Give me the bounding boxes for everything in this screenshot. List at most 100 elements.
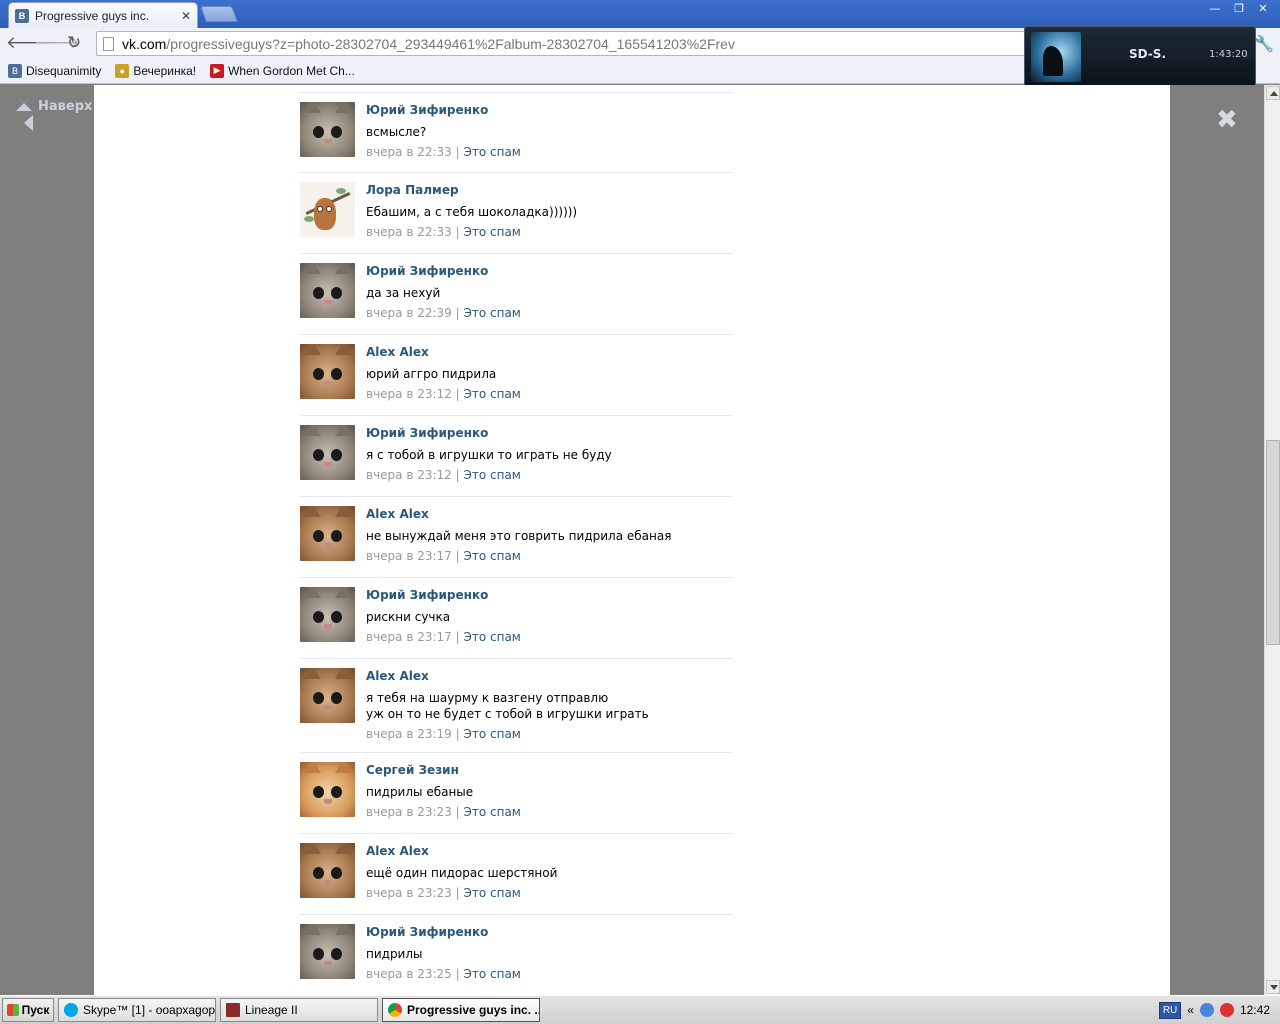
avatar[interactable] [300,587,355,642]
start-button[interactable]: Пуск [2,998,54,1022]
comment-time[interactable]: вчера в 23:12 [366,468,452,482]
comment-time[interactable]: вчера в 23:23 [366,805,452,819]
avatar[interactable] [300,263,355,318]
bookmark-party[interactable]: ● Вечеринка! [115,63,196,78]
comment-author-link[interactable]: Лора Палмер [366,183,733,197]
report-spam-link[interactable]: Это спам [463,225,520,239]
comment-author-link[interactable]: Юрий Зифиренко [366,264,733,278]
comment-item: Лора Палмер Ебашим, а с тебя шоколадка)))… [300,173,733,254]
report-spam-link[interactable]: Это спам [463,468,520,482]
comment-author-link[interactable]: Alex Alex [366,844,733,858]
back-arrow-icon[interactable]: 🡐 [6,32,52,54]
report-spam-link[interactable]: Это спам [463,549,520,563]
scroll-down-arrow-icon[interactable] [1266,980,1280,994]
comment-time[interactable]: вчера в 23:19 [366,727,452,741]
report-spam-link[interactable]: Это спам [463,387,520,401]
reload-icon[interactable]: ↻ [62,32,86,54]
avatar[interactable] [300,102,355,157]
comment-item: Юрий Зифиренко я с тобой в игрушки то игр… [300,416,733,497]
url-host: vk.com [122,35,167,52]
avatar[interactable] [300,668,355,723]
notification-name: SD-S. [1129,47,1167,61]
report-spam-link[interactable]: Это спам [463,805,520,819]
avatar[interactable] [300,506,355,561]
forward-arrow-icon[interactable]: 🡒 [34,32,80,54]
tab-close-icon[interactable]: ✕ [181,9,191,23]
comment-meta: вчера в 23:12 | Это спам [366,387,733,401]
minimize-button[interactable]: — [1204,2,1226,18]
comment-time[interactable]: вчера в 22:33 [366,145,452,159]
network-icon[interactable] [1199,1003,1214,1017]
comment-meta: вчера в 23:19 | Это спам [366,727,733,741]
chrome-icon [388,1003,402,1017]
comment-text: да за нехуй [366,286,441,300]
wrench-menu-icon[interactable]: 🔧 [1254,34,1274,53]
comment-time[interactable]: вчера в 23:17 [366,630,452,644]
comment-time[interactable]: вчера в 23:17 [366,549,452,563]
task-skype[interactable]: Skype™ [1] - ooapxagopoo [58,998,216,1022]
comment-time[interactable]: вчера в 23:25 [366,967,452,981]
comment-meta: вчера в 23:17 | Это спам [366,630,733,644]
task-chrome[interactable]: Progressive guys inc. ... [382,998,540,1022]
comment-time[interactable]: вчера в 22:39 [366,306,452,320]
address-bar[interactable]: vk.com/progressiveguys?z=photo-28302704_… [96,31,1026,56]
language-indicator[interactable]: RU [1158,1001,1182,1019]
tab-title: Progressive guys inc. [35,8,150,23]
comment-author-link[interactable]: Юрий Зифиренко [366,588,733,602]
window-controls: — ❐ ✕ [1204,2,1274,18]
comment-time[interactable]: вчера в 23:23 [366,886,452,900]
tray-expand-chevron-icon[interactable]: « [1187,1003,1194,1017]
restore-button[interactable]: ❐ [1228,2,1250,18]
scroll-thumb[interactable] [1266,440,1280,645]
page-viewport: Наверх ✖ Юрий Зифиренко всмысле? вчера в 2… [0,85,1264,995]
avatar[interactable] [300,762,355,817]
left-arrow-icon[interactable] [24,115,33,131]
report-spam-link[interactable]: Это спам [463,145,520,159]
meta-separator: | [451,145,464,159]
browser-tab[interactable]: B Progressive guys inc. ✕ [8,2,198,28]
avatar[interactable] [300,924,355,979]
page-scrollbar[interactable] [1264,85,1280,995]
comment-time[interactable]: вчера в 22:33 [366,225,452,239]
meta-separator: | [451,967,464,981]
window-close-button[interactable]: ✕ [1252,2,1274,18]
report-spam-link[interactable]: Это спам [463,306,520,320]
new-tab-button[interactable] [200,6,238,22]
comment-item: Сергей Зезин пидрилы ебаные вчера в 23:23 … [300,753,733,834]
comment-author-link[interactable]: Alex Alex [366,507,733,521]
close-photo-icon[interactable]: ✖ [1216,107,1238,133]
scroll-up-arrow-icon[interactable] [1266,86,1280,100]
comment-meta: вчера в 22:39 | Это спам [366,306,733,320]
antivirus-icon[interactable] [1219,1003,1234,1017]
comment-author-link[interactable]: Alex Alex [366,345,733,359]
comment-item: Юрий Зифиренко пидрилы вчера в 23:25 | Это… [300,915,733,995]
comment-author-link[interactable]: Юрий Зифиренко [366,925,733,939]
comment-meta: вчера в 23:12 | Это спам [366,468,733,482]
avatar[interactable] [300,182,355,237]
comment-item: Юрий Зифиренко всмысле? вчера в 22:33 | Эт… [300,92,733,173]
report-spam-link[interactable]: Это спам [463,727,520,741]
avatar[interactable] [300,425,355,480]
now-playing-popup[interactable]: SD-S. 1:43:20 [1024,26,1256,88]
avatar[interactable] [300,344,355,399]
report-spam-link[interactable]: Это спам [463,886,520,900]
avatar[interactable] [300,843,355,898]
comment-author-link[interactable]: Юрий Зифиренко [366,103,733,117]
vk-icon: B [8,63,22,78]
comment-text: Ебашим, а с тебя шоколадка)))))) [366,205,578,219]
report-spam-link[interactable]: Это спам [463,630,520,644]
scroll-to-top-link[interactable]: Наверх [16,99,92,114]
bookmark-gordon[interactable]: ▶ When Gordon Met Ch... [210,63,355,78]
comment-author-link[interactable]: Юрий Зифиренко [366,426,733,440]
bookmark-disequanimity[interactable]: B Disequanimity [8,63,101,78]
comment-list: Юрий Зифиренко всмысле? вчера в 22:33 | Эт… [300,92,733,995]
report-spam-link[interactable]: Это спам [463,967,520,981]
comment-text: всмысле? [366,125,427,139]
comment-author-link[interactable]: Сергей Зезин [366,763,733,777]
photo-comments-panel: Юрий Зифиренко всмысле? вчера в 22:33 | Эт… [94,85,1170,995]
task-lineage[interactable]: Lineage II [220,998,378,1022]
comment-time[interactable]: вчера в 23:12 [366,387,452,401]
comment-author-link[interactable]: Alex Alex [366,669,733,683]
comment-item: Юрий Зифиренко да за нехуй вчера в 22:39 |… [300,254,733,335]
comment-item: Юрий Зифиренко рискни сучка вчера в 23:17 … [300,578,733,659]
